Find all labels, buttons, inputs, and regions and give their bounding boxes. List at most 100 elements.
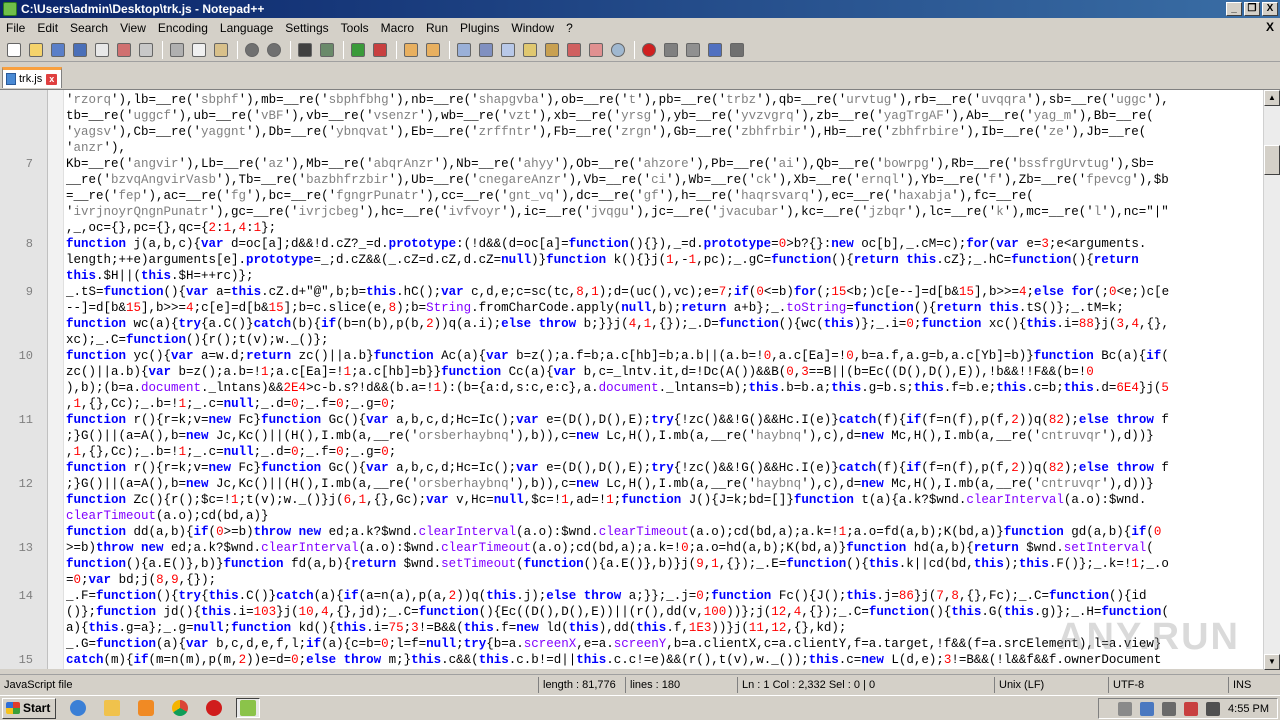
code-view[interactable]: catch(m){if(m=n(m),p(m,2))e=d=0;else thr… (64, 90, 1280, 669)
close-all-button[interactable] (114, 40, 134, 60)
menu-file[interactable]: File (0, 18, 31, 38)
close-button[interactable]: X (1262, 2, 1278, 16)
status-encoding[interactable]: UTF-8 (1108, 677, 1228, 693)
indent-guide-button[interactable] (498, 40, 518, 60)
code-line[interactable]: tb=__re('uggcf'),ub=__re('vBF'),vb=__re(… (64, 108, 1260, 124)
code-line[interactable]: function dd(a,b){if(0>=b)throw new ed;a.… (64, 524, 1260, 540)
code-line[interactable]: ,1,{},Cc);_.b=!1;_.c=null;_.d=0;_.f=0;_.… (64, 444, 1260, 460)
fold-margin[interactable] (48, 90, 64, 669)
find-button[interactable] (295, 40, 315, 60)
macro-record-button[interactable] (639, 40, 659, 60)
close-document-button[interactable]: X (1266, 20, 1274, 34)
code-line[interactable]: clearTimeout(a.o);cd(bd,a)} (64, 508, 1260, 524)
code-line[interactable]: =0;var bd;j(8,9,{}); (64, 572, 1260, 588)
zoom-out-button[interactable] (370, 40, 390, 60)
vertical-scrollbar[interactable]: ▲ ▼ (1263, 90, 1280, 670)
code-line[interactable]: xc);_.C=function(){r();t(v);w._()}; (64, 332, 1260, 348)
taskbar-ie[interactable] (66, 698, 90, 718)
code-line[interactable]: function Zc(){r();$c=!1;t(v);w._()}j(6,1… (64, 492, 1260, 508)
taskbar-media-player[interactable] (134, 698, 158, 718)
speaker-icon[interactable] (1206, 701, 1221, 716)
code-line[interactable]: 'yagsv'),Cb=__re('yaggnt'),Db=__re('ybnq… (64, 124, 1260, 140)
scroll-up-arrow-icon[interactable]: ▲ (1264, 90, 1280, 106)
code-line[interactable]: ),b);(b=a.document._lntans)&&2E4>c-b.s?!… (64, 380, 1260, 396)
menu-view[interactable]: View (114, 18, 152, 38)
menu-run[interactable]: Run (420, 18, 454, 38)
save-button[interactable] (48, 40, 68, 60)
code-line[interactable]: zc()||a.b){var b=z();a.b=!1;a.c[Ea]=!1;a… (64, 364, 1260, 380)
tab-trk-js[interactable]: trk.js x (2, 67, 62, 88)
code-line[interactable]: Kb=__re('angvir'),Lb=__re('az'),Mb=__re(… (64, 156, 1260, 172)
code-line[interactable]: --]=d[b&15],b>>=4;c[e]=d[b&15];b=c.slice… (64, 300, 1260, 316)
tab-close-icon[interactable]: x (46, 73, 58, 85)
start-button[interactable]: Start (2, 697, 56, 719)
macro-save-button[interactable] (727, 40, 747, 60)
print-button[interactable] (136, 40, 156, 60)
code-line[interactable]: ;}G()||(a=A(),b=new Jc,Kc()||(H(),I.mb(a… (64, 428, 1260, 444)
copy-button[interactable] (189, 40, 209, 60)
network-icon[interactable] (1140, 701, 1155, 716)
code-line[interactable]: this.$H||(this.$H=++rc)}; (64, 268, 1260, 284)
code-line[interactable]: 'rzorq'),lb=__re('sbphf'),mb=__re('sbphf… (64, 92, 1260, 108)
code-line[interactable]: function wc(a){try{a.C()}catch(b){if(b=n… (64, 316, 1260, 332)
code-line[interactable]: _.tS=function(){var a=this.cZ.d+"@",b;b=… (64, 284, 1260, 300)
code-line[interactable]: ,_,oc={},pc={},qc={2:1,4:1}; (64, 220, 1260, 236)
menu-language[interactable]: Language (214, 18, 279, 38)
word-wrap-button[interactable] (454, 40, 474, 60)
restore-button[interactable]: ❒ (1244, 2, 1260, 16)
menu-macro[interactable]: Macro (375, 18, 420, 38)
code-line[interactable]: __re('bzvqAngvirVasb'),Tb=__re('bazbhfrz… (64, 172, 1260, 188)
volume-icon[interactable] (1162, 701, 1177, 716)
scrollbar-thumb[interactable] (1264, 145, 1280, 175)
menu-tools[interactable]: Tools (335, 18, 375, 38)
code-line[interactable]: ;}G()||(a=A(),b=new Jc,Kc()||(H(),I.mb(a… (64, 476, 1260, 492)
scroll-down-arrow-icon[interactable]: ▼ (1264, 654, 1280, 670)
code-line[interactable]: function r(){r=k;v=new Fc}function Gc(){… (64, 412, 1260, 428)
folder-as-workspace-button[interactable] (586, 40, 606, 60)
code-line[interactable]: length;++e)arguments[e].prototype=_;d.cZ… (64, 252, 1260, 268)
monitoring-button[interactable] (608, 40, 628, 60)
code-line[interactable]: 'anzr'), (64, 140, 1260, 156)
cut-button[interactable] (167, 40, 187, 60)
close-file-button[interactable] (92, 40, 112, 60)
flag-icon[interactable] (1184, 701, 1199, 716)
menu-settings[interactable]: Settings (279, 18, 334, 38)
menu-encoding[interactable]: Encoding (152, 18, 214, 38)
replace-button[interactable] (317, 40, 337, 60)
menu-edit[interactable]: Edit (31, 18, 64, 38)
code-line[interactable]: _.F=function(){try{this.C()}catch(a){if(… (64, 588, 1260, 604)
macro-play-button[interactable] (683, 40, 703, 60)
zoom-in-button[interactable] (348, 40, 368, 60)
function-list-button[interactable] (564, 40, 584, 60)
taskbar-explorer[interactable] (100, 698, 124, 718)
save-all-button[interactable] (70, 40, 90, 60)
taskbar-notepadpp[interactable] (236, 698, 260, 718)
code-line[interactable]: ,1,{},Cc);_.b=!1;_.c=null;_.d=0;_.f=0;_.… (64, 396, 1260, 412)
code-line[interactable]: function r(){r=k;v=new Fc}function Gc(){… (64, 460, 1260, 476)
status-eol[interactable]: Unix (LF) (994, 677, 1108, 693)
notification-icon[interactable] (1118, 701, 1133, 716)
sync-vertical-button[interactable] (401, 40, 421, 60)
code-line[interactable]: =__re('fep'),ac=__re('fg'),bc=__re('fgng… (64, 188, 1260, 204)
code-line[interactable]: function yc(){var a=w.d;return zc()||a.b… (64, 348, 1260, 364)
paste-button[interactable] (211, 40, 231, 60)
code-line[interactable]: 'ivrjnoyrQngnPunatr'),gc=__re('ivrjcbeg'… (64, 204, 1260, 220)
editor-area[interactable]: 7 8 9 10 11 12 13 14 15 catch(m){if(m=n(m),p(m,2… (0, 89, 1280, 670)
taskbar-opera[interactable] (202, 698, 226, 718)
menu-plugins[interactable]: Plugins (454, 18, 505, 38)
code-line[interactable]: function(){a.E()},b)}function fd(a,b){re… (64, 556, 1260, 572)
sync-horizontal-button[interactable] (423, 40, 443, 60)
user-defined-language-button[interactable] (520, 40, 540, 60)
open-file-button[interactable] (26, 40, 46, 60)
show-all-characters-button[interactable] (476, 40, 496, 60)
code-line[interactable]: function j(a,b,c){var d=oc[a];d&&!d.cZ?_… (64, 236, 1260, 252)
macro-stop-button[interactable] (661, 40, 681, 60)
menu-help[interactable]: ? (560, 18, 579, 38)
code-line[interactable]: >=b)throw new ed;a.k?$wnd.clearInterval(… (64, 540, 1260, 556)
document-map-button[interactable] (542, 40, 562, 60)
redo-button[interactable] (264, 40, 284, 60)
menu-window[interactable]: Window (505, 18, 560, 38)
new-file-button[interactable] (4, 40, 24, 60)
minimize-button[interactable]: _ (1226, 2, 1242, 16)
macro-run-multiple-button[interactable] (705, 40, 725, 60)
